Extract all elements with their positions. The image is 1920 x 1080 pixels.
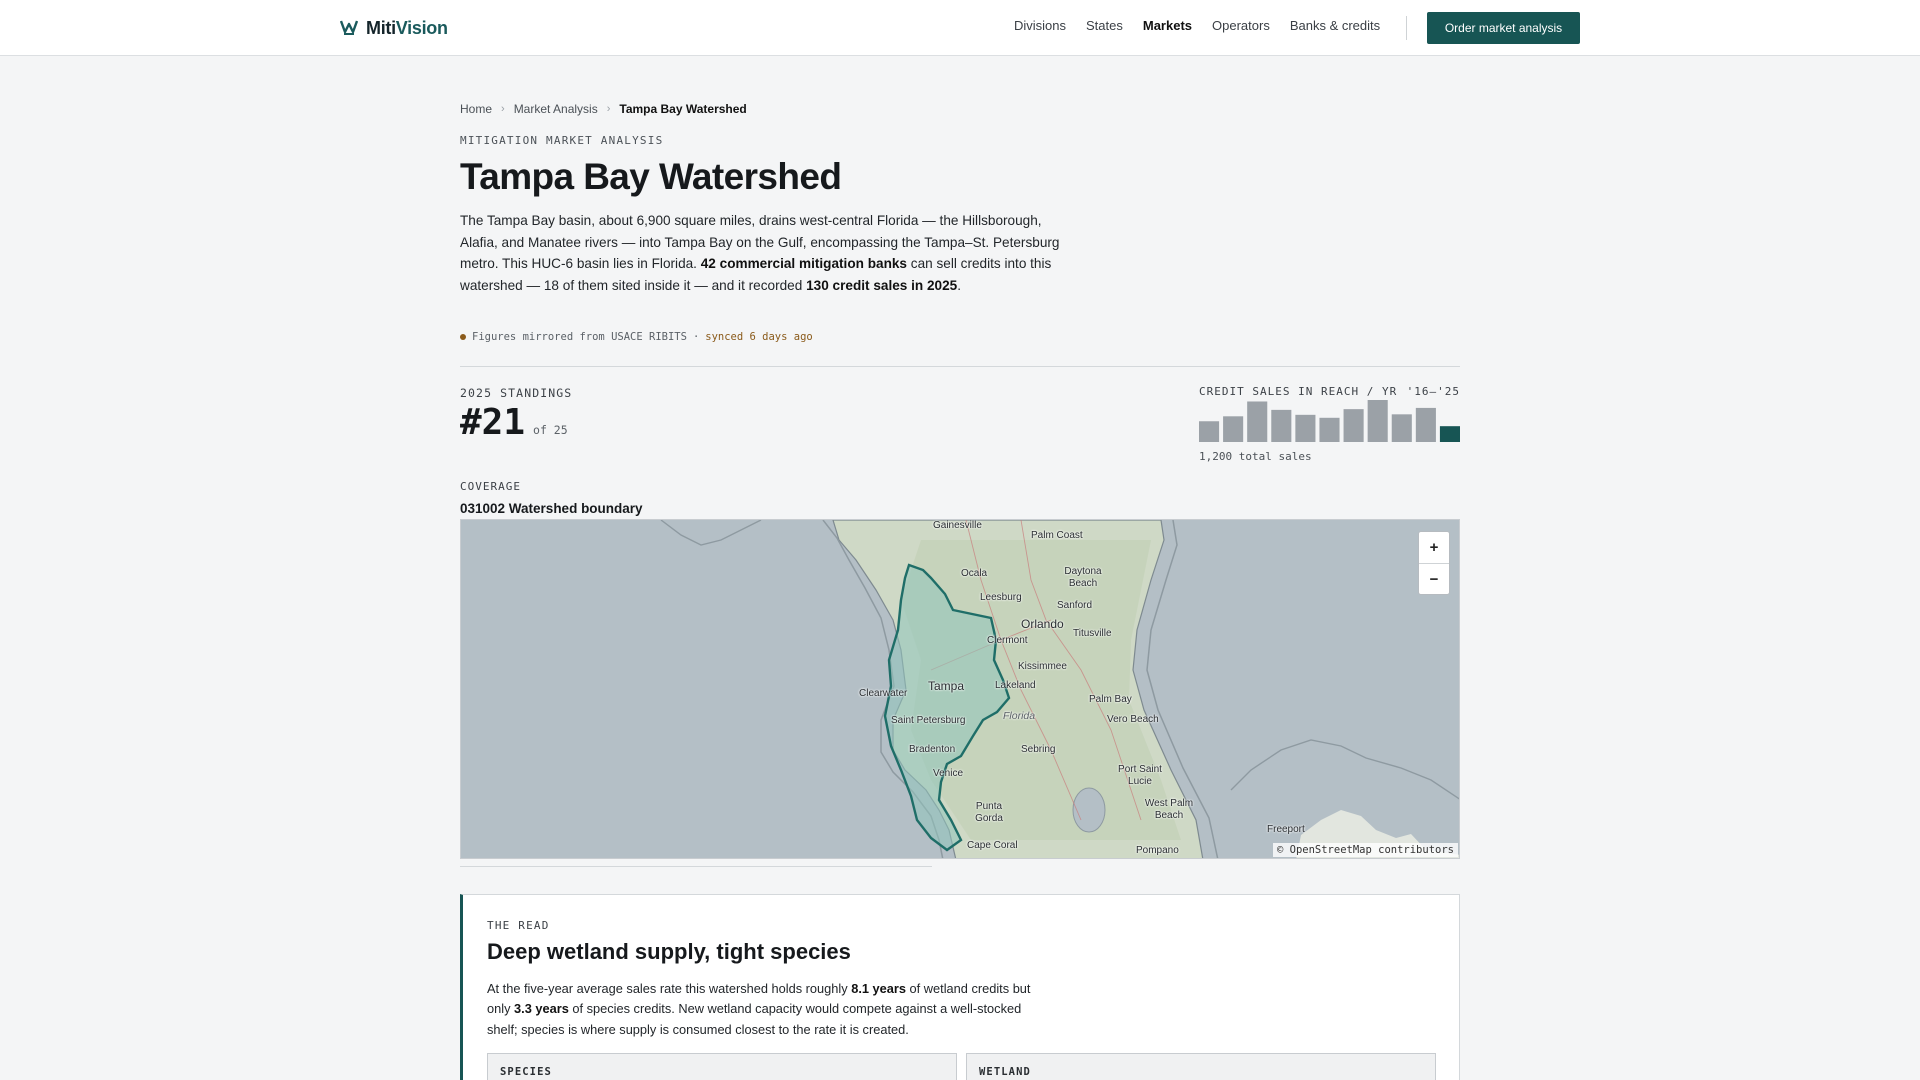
chevron-right-icon: › xyxy=(501,103,505,115)
map-label-port-saint-lucie: Port Saint Lucie xyxy=(1118,764,1162,787)
map-label-bradenton: Bradenton xyxy=(909,744,956,755)
sparkline-bar xyxy=(1415,407,1436,442)
sparkline-title: CREDIT SALES IN REACH / YR xyxy=(1199,385,1398,398)
status-dot-icon xyxy=(460,334,466,340)
sparkline-header: CREDIT SALES IN REACH / YR '16–'25 xyxy=(1199,385,1460,398)
breadcrumb-current: Tampa Bay Watershed xyxy=(619,102,747,116)
panhandle-coast xyxy=(660,520,762,546)
sparkline-bar xyxy=(1343,409,1364,442)
the-read-card: THE READ Deep wetland supply, tight spec… xyxy=(460,894,1460,1080)
species-tile: SPECIES xyxy=(487,1053,957,1080)
sparkline-bar xyxy=(1367,400,1388,442)
page-eyebrow: MITIGATION MARKET ANALYSIS xyxy=(460,134,664,147)
read-eyebrow: THE READ xyxy=(487,919,550,932)
section-divider xyxy=(460,366,1460,367)
lake xyxy=(1072,787,1106,833)
sparkline-bar xyxy=(1439,426,1460,442)
map-label-leesburg: Leesburg xyxy=(980,592,1022,603)
top-navigation-bar: MitiVision Divisions States Markets Oper… xyxy=(0,0,1920,56)
nav-item-banks-credits[interactable]: Banks & credits xyxy=(1290,18,1380,33)
map-label-vero-beach: Vero Beach xyxy=(1107,714,1159,725)
map-label-palm-bay: Palm Bay xyxy=(1089,694,1132,705)
map-label-gainesville: Gainesville xyxy=(933,520,982,531)
map-zoom-control: + − xyxy=(1418,531,1450,595)
breadcrumb-home[interactable]: Home xyxy=(460,102,492,116)
map-attribution[interactable]: © OpenStreetMap contributors xyxy=(1272,843,1458,857)
map-label-florida: Florida xyxy=(1003,710,1036,722)
map-divider xyxy=(460,866,932,867)
nav-item-operators[interactable]: Operators xyxy=(1212,18,1270,33)
bahamas-coast xyxy=(1230,739,1459,800)
sparkline-bar xyxy=(1223,416,1244,442)
sparkline-total: 1,200 total sales xyxy=(1199,450,1312,463)
map-label-cape-coral: Cape Coral xyxy=(967,840,1018,851)
sparkline-range: '16–'25 xyxy=(1406,385,1460,398)
map-label-pompano: Pompano xyxy=(1136,845,1179,856)
nav-item-markets[interactable]: Markets xyxy=(1143,18,1192,33)
breadcrumb-market-analysis[interactable]: Market Analysis xyxy=(514,102,598,116)
map-label-daytona-beach: Daytona Beach xyxy=(1064,566,1102,589)
nav-item-states[interactable]: States xyxy=(1086,18,1123,33)
map-label-palm-coast: Palm Coast xyxy=(1031,530,1083,541)
brand-name: MitiVision xyxy=(366,17,448,38)
standings-label: 2025 STANDINGS xyxy=(460,386,573,400)
map-label-west-palm-beach: West Palm Beach xyxy=(1144,798,1194,821)
nav-item-divisions[interactable]: Divisions xyxy=(1014,18,1066,33)
sparkline-bar xyxy=(1271,409,1292,442)
map-label-tampa: Tampa xyxy=(928,679,965,693)
standings-rank: #21 of 25 xyxy=(460,402,568,443)
map-label-sebring: Sebring xyxy=(1021,744,1056,755)
sync-status: Figures mirrored from USACE RIBITS · syn… xyxy=(460,331,813,343)
credit-sales-sparkline xyxy=(1199,400,1460,442)
map-label-clearwater: Clearwater xyxy=(859,688,908,699)
breadcrumb: Home › Market Analysis › Tampa Bay Water… xyxy=(460,102,747,116)
map-label-orlando: Orlando xyxy=(1021,617,1064,631)
nav-divider xyxy=(1406,16,1407,40)
map-label-lakeland: Lakeland xyxy=(995,680,1036,691)
map-label-punta-gorda: Punta Gorda xyxy=(975,801,1003,824)
read-heading: Deep wetland supply, tight species xyxy=(487,939,851,964)
map-label-venice: Venice xyxy=(933,768,964,779)
coverage-title: 031002 Watershed boundary xyxy=(460,501,643,516)
map-label-kissimmee: Kissimmee xyxy=(1018,661,1067,672)
map-label-titusville: Titusville xyxy=(1073,628,1112,639)
zoom-out-button[interactable]: − xyxy=(1419,563,1449,594)
sparkline-bar xyxy=(1391,414,1412,442)
map-label-saint-petersburg: Saint Petersburg xyxy=(891,715,966,726)
brand-logo[interactable]: MitiVision xyxy=(340,16,448,40)
page-description: The Tampa Bay basin, about 6,900 square … xyxy=(460,213,1060,293)
map-label-freeport: Freeport xyxy=(1267,824,1305,835)
sync-separator: · xyxy=(692,331,700,343)
sync-source: Figures mirrored from USACE RIBITS xyxy=(472,331,687,343)
main-nav: Divisions States Markets Operators Banks… xyxy=(1014,18,1380,33)
rank-total: of 25 xyxy=(533,423,568,437)
read-paragraph: At the five-year average sales rate this… xyxy=(487,981,1031,1037)
rank-number: #21 xyxy=(460,402,526,443)
map-label-clermont: Clermont xyxy=(987,635,1028,646)
sparkline-bar xyxy=(1199,421,1220,442)
order-market-analysis-button[interactable]: Order market analysis xyxy=(1427,12,1580,44)
map-label-sanford: Sanford xyxy=(1057,600,1093,611)
sparkline-bar xyxy=(1295,414,1316,442)
map-label-ocala: Ocala xyxy=(961,568,988,579)
sparkline-bar xyxy=(1319,417,1340,442)
brand-mark-icon xyxy=(340,20,358,35)
wetland-tile: WETLAND xyxy=(966,1053,1436,1080)
zoom-in-button[interactable]: + xyxy=(1419,532,1449,563)
coverage-label: COVERAGE xyxy=(460,480,521,493)
chevron-right-icon: › xyxy=(606,103,611,115)
page-title: Tampa Bay Watershed xyxy=(460,156,842,197)
sparkline-bar xyxy=(1247,401,1268,442)
sync-time: synced 6 days ago xyxy=(705,331,813,343)
watershed-map[interactable]: Gainesville Palm Coast Ocala Daytona Bea… xyxy=(460,519,1460,859)
